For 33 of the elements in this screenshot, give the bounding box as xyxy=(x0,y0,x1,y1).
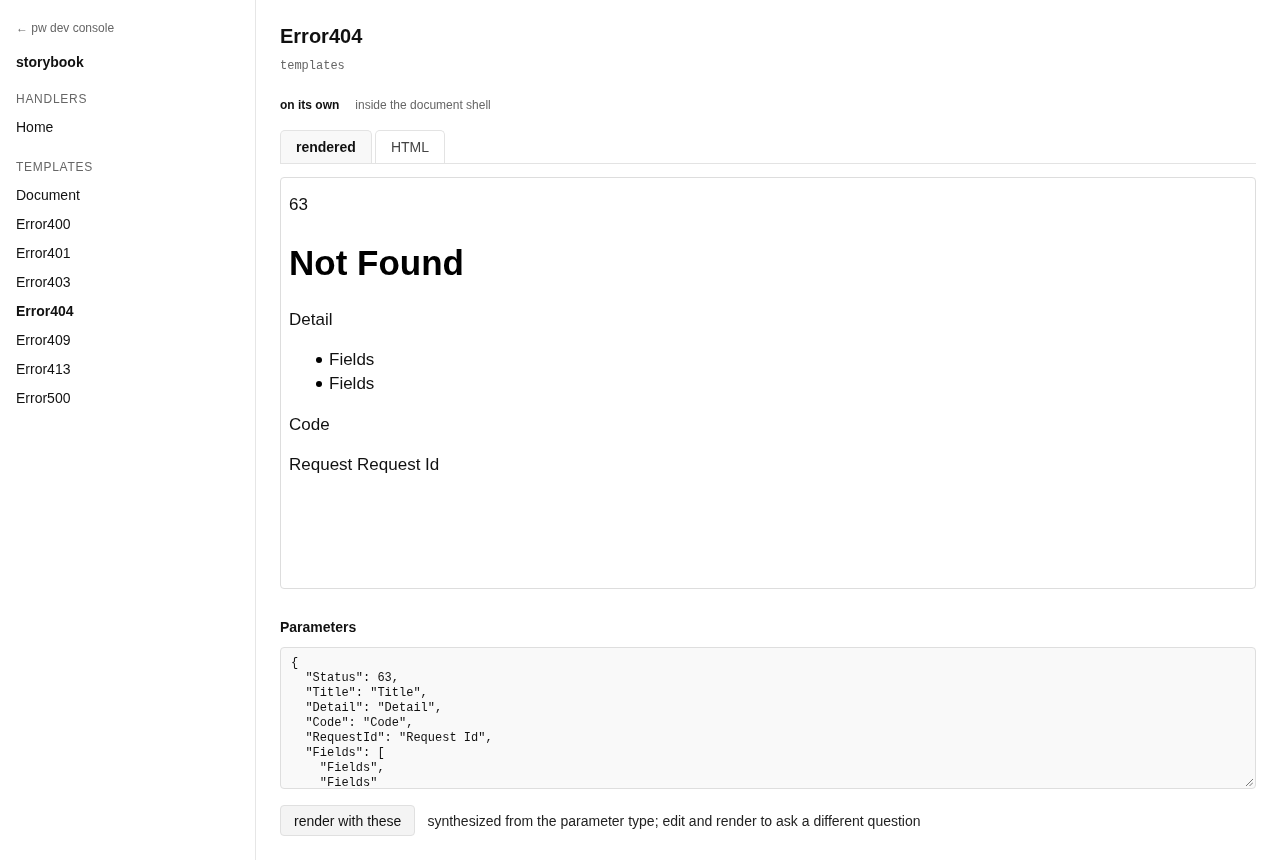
sidebar-item[interactable]: Document xyxy=(16,181,80,210)
back-link[interactable]: ← pw dev console xyxy=(16,20,115,36)
section-heading: TEMPLATES xyxy=(16,159,93,175)
page-subtitle: templates xyxy=(280,58,345,74)
sidebar-item[interactable]: Error409 xyxy=(16,326,71,355)
hint-text: synthesized from the parameter type; edit and render to ask a different question xyxy=(427,811,921,830)
tab[interactable]: HTML xyxy=(374,130,446,163)
detail-text: Detail xyxy=(289,310,333,330)
sidebar-item[interactable]: Home xyxy=(16,113,54,142)
sidebar-item[interactable]: Error401 xyxy=(16,239,71,268)
sidebar-title: storybook xyxy=(16,53,84,71)
resize-grip-icon[interactable] xyxy=(1245,778,1253,786)
tab[interactable]: rendered xyxy=(280,130,372,163)
request-id-text: Request Request Id xyxy=(289,455,440,475)
field-item: Fields xyxy=(329,350,375,370)
render-button[interactable]: render with these xyxy=(280,805,416,836)
bullet-icon xyxy=(316,381,322,387)
mode-toggle[interactable]: on its own xyxy=(280,97,340,113)
sidebar-item[interactable]: Error500 xyxy=(16,384,71,413)
sidebar-item[interactable]: Error413 xyxy=(16,355,71,384)
code-text: Code xyxy=(289,415,330,435)
status-text: 63 xyxy=(289,195,308,215)
mode-toggle[interactable]: inside the document shell xyxy=(355,97,491,113)
parameters-heading: Parameters xyxy=(280,617,357,636)
field-item: Fields xyxy=(329,374,375,394)
sidebar-item[interactable]: Error403 xyxy=(16,268,71,297)
parameters-field[interactable]: { "Status": 63, "Title": "Title", "Detail": "Detail", "Code": "Code", "RequestId": "Request Id", "Fields": [ "Fields", "Fields" xyxy=(280,646,1256,789)
error-heading: Not Found xyxy=(289,244,464,282)
section-heading: HANDLERS xyxy=(16,91,88,107)
sidebar-item[interactable]: Error400 xyxy=(16,210,71,239)
sidebar-item[interactable]: Error404 xyxy=(16,297,74,326)
page-title: Error404 xyxy=(280,24,363,48)
bullet-icon xyxy=(316,357,322,363)
